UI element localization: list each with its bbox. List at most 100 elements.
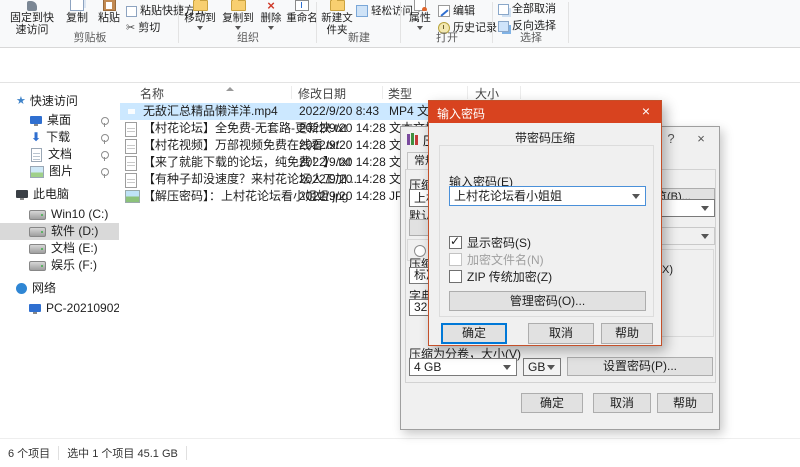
column-separator[interactable] xyxy=(520,86,521,99)
sidebar-item-desktop[interactable]: 桌面 xyxy=(0,112,119,129)
downloads-icon: ⬇ xyxy=(31,129,41,146)
password-input[interactable]: 上村花论坛看小姐姐 xyxy=(449,186,646,206)
sort-ascending-icon xyxy=(226,83,234,91)
password-cancel-button[interactable]: 取消 xyxy=(528,323,594,344)
ribbon-separator xyxy=(568,2,569,43)
drive-icon xyxy=(29,244,46,254)
column-separator[interactable] xyxy=(382,86,383,99)
sidebar-label: PC-20210902PHKI xyxy=(46,300,119,317)
ribbon-group-clipboard: 固定到快速访问 复制 粘贴 粘贴快捷方式 ✂ 剪切 剪贴板 xyxy=(4,0,176,46)
compress-cancel-button[interactable]: 取消 xyxy=(593,393,651,413)
sidebar-item-this-pc[interactable]: 此电脑 xyxy=(0,186,119,203)
dialog-help-button[interactable]: ? xyxy=(659,129,683,148)
delete-label: 删除 xyxy=(258,12,284,24)
column-header-date[interactable]: 修改日期 xyxy=(298,85,346,100)
column-header-type[interactable]: 类型 xyxy=(388,85,412,100)
paste-label: 粘贴 xyxy=(94,12,124,24)
ribbon-group-organize: 移动到 复制到 × 删除 重命名 组织 xyxy=(182,0,314,46)
ribbon-separator xyxy=(316,2,317,43)
text-file-icon xyxy=(125,156,137,171)
easy-access-icon xyxy=(356,5,368,17)
pin-icon xyxy=(101,151,109,159)
column-separator[interactable] xyxy=(467,86,468,99)
set-password-button[interactable]: 设置密码(P)... xyxy=(567,357,713,376)
sidebar-item-drive-e[interactable]: 文档 (E:) xyxy=(0,240,119,257)
sidebar-item-network-pc[interactable]: PC-20210902PHKI xyxy=(0,300,119,317)
set-password-label: 设置密码(P)... xyxy=(603,359,677,373)
ok-label: 确定 xyxy=(540,396,564,410)
drive-icon xyxy=(29,261,46,271)
sidebar-item-pictures[interactable]: 图片 xyxy=(0,163,119,180)
checkbox-icon xyxy=(449,270,462,283)
checkbox-label: 加密文件名(N) xyxy=(467,251,544,268)
text-file-icon xyxy=(125,173,137,188)
column-header-label: 大小 xyxy=(475,87,499,101)
status-bar: 6 个项目 选中 1 个项目 45.1 GB xyxy=(0,438,800,467)
split-size-combo[interactable]: 4 GB xyxy=(409,358,517,376)
show-password-checkbox[interactable]: 显示密码(S) xyxy=(449,235,531,249)
sidebar-item-drive-c[interactable]: Win10 (C:) xyxy=(0,206,119,223)
selection-summary: 选中 1 个项目 45.1 GB xyxy=(67,445,178,461)
item-count: 6 个项目 xyxy=(8,445,50,461)
select-group-label: 选择 xyxy=(496,29,566,45)
password-help-button[interactable]: 帮助 xyxy=(601,323,653,344)
pin-icon xyxy=(101,117,109,125)
sidebar-item-documents[interactable]: 文档 xyxy=(0,146,119,163)
compress-ok-button[interactable]: 确定 xyxy=(521,393,583,413)
ribbon-separator xyxy=(492,2,493,43)
text-file-icon xyxy=(125,122,137,137)
sidebar-item-downloads[interactable]: ⬇ 下载 xyxy=(0,129,119,146)
select-none-button[interactable]: 全部取消 xyxy=(498,2,556,16)
image-file-icon xyxy=(125,190,140,203)
edit-button[interactable]: 编辑 xyxy=(438,4,475,18)
column-header-size[interactable]: 大小 xyxy=(475,85,499,100)
sidebar-label: 下载 xyxy=(46,129,70,146)
checkbox-checked-icon xyxy=(449,236,462,249)
delete-icon: × xyxy=(258,0,284,11)
dialog-heading: 带密码压缩 xyxy=(429,129,661,146)
copy-icon xyxy=(62,0,92,11)
sidebar-item-network[interactable]: 网络 xyxy=(0,280,119,297)
checkbox-label: ZIP 传统加密(Z) xyxy=(467,268,552,285)
paste-button[interactable]: 粘贴 xyxy=(94,0,124,24)
new-group-label: 新建 xyxy=(320,29,398,45)
compress-help-button[interactable]: 帮助 xyxy=(657,393,713,413)
status-separator xyxy=(58,446,59,460)
move-to-label: 移动到 xyxy=(182,12,218,24)
close-icon[interactable]: × xyxy=(689,129,713,148)
copy-to-label: 复制到 xyxy=(220,12,256,24)
move-to-icon xyxy=(182,0,218,11)
ribbon-group-new: 新建文件夹 轻松访问 新建 xyxy=(320,0,398,46)
pictures-icon xyxy=(30,166,44,178)
split-unit-value: GB xyxy=(528,360,545,374)
copy-button[interactable]: 复制 xyxy=(62,0,92,24)
sidebar-label: 文档 xyxy=(48,146,72,163)
status-separator xyxy=(186,446,187,460)
ribbon-group-select: 全部取消 反向选择 选择 xyxy=(496,0,566,46)
zip-legacy-checkbox[interactable]: ZIP 传统加密(Z) xyxy=(449,269,552,283)
rename-button[interactable]: 重命名 xyxy=(284,0,320,24)
column-header-name[interactable]: 名称 xyxy=(140,85,164,100)
ribbon: 固定到快速访问 复制 粘贴 粘贴快捷方式 ✂ 剪切 剪贴板 移动到 复制到 xyxy=(0,0,800,48)
sidebar-item-quick-access[interactable]: ★ 快速访问 xyxy=(0,93,119,110)
file-date: 2022/9/20 14:28 xyxy=(299,154,386,171)
file-date: 2022/9/20 14:28 xyxy=(299,171,386,188)
edit-label: 编辑 xyxy=(453,4,475,18)
option-checkbox-fragment: X) xyxy=(662,264,673,276)
sidebar-item-drive-d[interactable]: 软件 (D:) xyxy=(0,223,119,240)
ribbon-separator xyxy=(400,2,401,43)
file-date: 2022/9/20 14:28 xyxy=(299,188,386,205)
close-icon[interactable]: × xyxy=(631,101,661,123)
rename-icon xyxy=(284,0,320,11)
sidebar-item-drive-f[interactable]: 娱乐 (F:) xyxy=(0,257,119,274)
file-name: 无敌汇总精品懒洋洋.mp4 xyxy=(143,103,278,120)
password-ok-button[interactable]: 确定 xyxy=(441,323,507,344)
ok-label: 确定 xyxy=(462,326,486,340)
password-dialog: 输入密码 × 带密码压缩 输入密码(E) 上村花论坛看小姐姐 显示密码(S) 加… xyxy=(428,100,662,346)
split-unit-combo[interactable]: GB xyxy=(523,358,561,376)
split-size-value: 4 GB xyxy=(414,360,441,374)
manage-passwords-button[interactable]: 管理密码(O)... xyxy=(449,291,646,311)
column-separator[interactable] xyxy=(291,86,292,99)
select-none-label: 全部取消 xyxy=(512,2,556,16)
password-dialog-titlebar[interactable]: 输入密码 × xyxy=(429,101,661,123)
